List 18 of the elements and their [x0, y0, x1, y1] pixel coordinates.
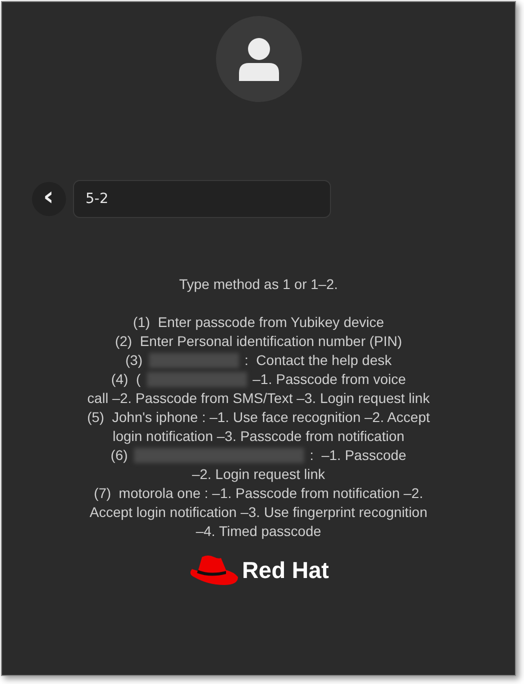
method-option: (5) John's iphone : –1. Use face recognition –2. Accept login notification –3. Passcode from notification	[86, 408, 431, 446]
method-option: : –1. Passcode	[310, 446, 406, 465]
hat-icon	[188, 553, 240, 587]
option-number: (6)	[110, 446, 128, 465]
method-option: –1. Passcode from voice	[252, 370, 406, 389]
brand-name: Red Hat	[242, 556, 329, 584]
method-option: (1) Enter passcode from Yubikey device	[132, 313, 384, 332]
method-option: (7) motorola one : –1. Passcode from notification –2. Accept login notification –3. Use fingerprint recognition –4. Timed passcode	[86, 484, 431, 541]
instruction-text: Type method as 1 or 1–2.	[179, 275, 338, 294]
passcode-field[interactable]: 5-2	[72, 180, 330, 218]
option-number: (3)	[125, 351, 143, 370]
method-option: call –2. Passcode from SMS/Text –3. Login request link	[87, 389, 430, 408]
method-option: : Contact the help desk	[244, 351, 392, 370]
method-option: (2) Enter Personal identification number (PIN)	[114, 332, 402, 351]
user-icon	[236, 37, 280, 81]
back-button[interactable]: ‹	[32, 182, 66, 216]
method-option: –2. Login request link	[192, 465, 326, 484]
option-number: (4) (	[111, 370, 141, 389]
